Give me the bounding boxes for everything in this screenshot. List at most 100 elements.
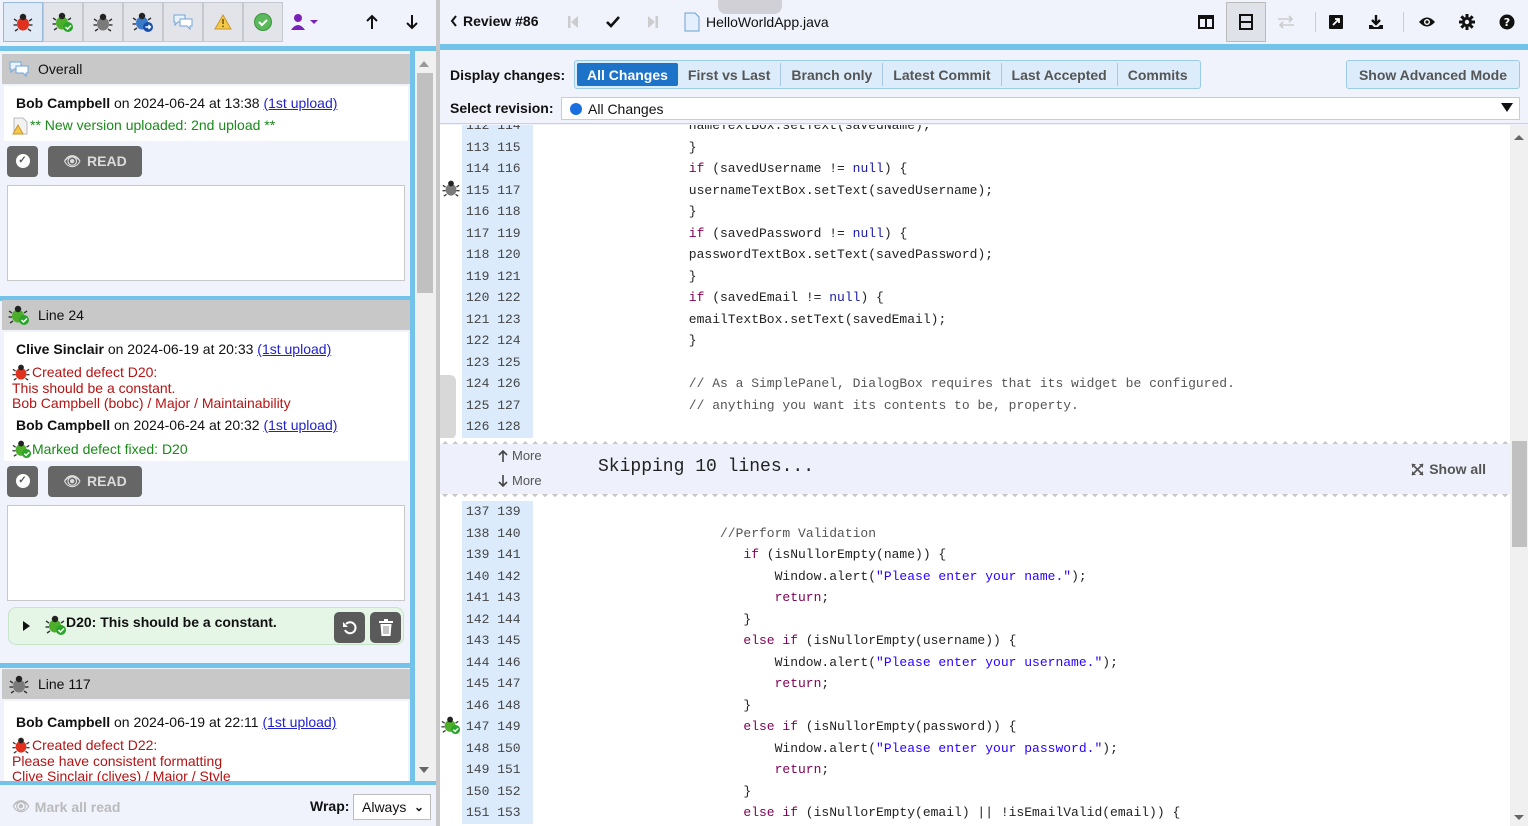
code-line[interactable]: 125 127 // anything you want its contents… (440, 394, 1510, 416)
gutter[interactable] (440, 501, 462, 523)
gutter[interactable] (440, 802, 462, 824)
code-line[interactable]: 112 114 nameTextBox.setText(savedName); (440, 125, 1510, 137)
fixed-defects-filter[interactable] (43, 2, 83, 42)
display-first-vs-last[interactable]: First vs Last (678, 63, 782, 86)
upload-link[interactable]: (1st upload) (257, 341, 331, 357)
visibility-button[interactable] (1407, 2, 1447, 42)
unified-view-button[interactable] (1226, 2, 1266, 42)
code-line[interactable]: 126 128 (440, 416, 1510, 438)
gutter[interactable] (440, 587, 462, 609)
mark-reviewed-button[interactable] (604, 12, 622, 32)
scroll-down-arrow-icon[interactable] (1514, 815, 1524, 820)
more-down-link[interactable]: More (498, 473, 542, 488)
code-line[interactable]: 121 123 emailTextBox.setText(savedEmail); (440, 308, 1510, 331)
code-line[interactable]: 122 124} (440, 330, 1510, 352)
swap-sides-button[interactable] (1266, 2, 1306, 42)
all-defects-filter[interactable] (83, 2, 123, 42)
show-advanced-mode-button[interactable]: Show Advanced Mode (1345, 60, 1520, 89)
prev-comment-button[interactable] (360, 6, 384, 38)
scrollbar-thumb[interactable] (1512, 441, 1527, 547)
reply-textarea[interactable] (7, 505, 405, 601)
code-line[interactable]: 148 150 Window.alert("Please enter your p… (440, 737, 1510, 760)
code-line[interactable]: 138 140 //Perform Validation (440, 522, 1510, 545)
gutter[interactable] (440, 137, 462, 159)
code-line[interactable]: 140 142 Window.alert("Please enter your n… (440, 565, 1510, 588)
read-button[interactable]: 👁 READ (48, 465, 142, 497)
code-line[interactable]: 145 147 return; (440, 673, 1510, 695)
display-commits[interactable]: Commits (1118, 63, 1198, 86)
code-line[interactable]: 116 118} (440, 201, 1510, 223)
upload-link[interactable]: (1st upload) (263, 417, 337, 433)
upload-link[interactable]: (1st upload) (262, 714, 336, 730)
collapse-toolbar-tab[interactable] (718, 0, 782, 14)
gutter[interactable] (440, 523, 462, 545)
scrollbar-thumb[interactable] (417, 73, 433, 293)
gutter[interactable] (440, 715, 462, 739)
scroll-up-arrow-icon[interactable] (1514, 135, 1524, 140)
back-to-review-link[interactable]: Review #86 (450, 13, 539, 29)
last-file-button[interactable] (646, 12, 660, 32)
gutter[interactable] (440, 330, 462, 352)
expand-handle[interactable] (440, 375, 456, 439)
gutter[interactable] (440, 759, 462, 781)
code-line[interactable]: 124 126 // As a SimplePanel, DialogBox re… (440, 373, 1510, 395)
code-line[interactable]: 149 151 return; (440, 759, 1510, 781)
comments-filter[interactable] (163, 2, 203, 42)
gutter[interactable] (440, 781, 462, 803)
gutter[interactable] (440, 544, 462, 566)
thread-header[interactable]: Overall (2, 54, 410, 84)
gutter[interactable] (440, 223, 462, 245)
gutter[interactable] (440, 309, 462, 331)
gutter[interactable] (440, 566, 462, 588)
code-line[interactable]: 143 145 else if (isNullorEmpty(username))… (440, 630, 1510, 652)
code-line[interactable]: 119 121} (440, 265, 1510, 288)
gutter[interactable] (440, 652, 462, 674)
external-defects-filter[interactable] (123, 2, 163, 42)
gutter[interactable] (440, 352, 462, 374)
gutter[interactable] (440, 630, 462, 652)
help-button[interactable]: ? (1487, 2, 1527, 42)
gutter[interactable] (440, 695, 462, 717)
side-by-side-button[interactable] (1186, 2, 1226, 42)
code-line[interactable]: 150 152} (440, 780, 1510, 803)
code-line[interactable]: 144 146 Window.alert("Please enter your u… (440, 651, 1510, 674)
comments-scrollbar[interactable] (415, 51, 436, 781)
code-line[interactable]: 117 119 if (savedPassword != null) { (440, 222, 1510, 245)
open-defects-filter[interactable] (3, 2, 43, 42)
code-line[interactable]: 113 115} (440, 136, 1510, 159)
gutter[interactable] (440, 609, 462, 631)
read-button[interactable]: 👁 READ (48, 145, 142, 177)
reply-textarea[interactable] (7, 185, 405, 281)
scroll-down-arrow-icon[interactable] (419, 767, 429, 773)
settings-button[interactable] (1447, 2, 1487, 42)
display-all-changes[interactable]: All Changes (577, 63, 678, 86)
gutter[interactable] (440, 180, 462, 202)
thread-header[interactable]: Line 24 (2, 300, 410, 330)
gutter[interactable] (440, 266, 462, 288)
code-line[interactable]: 141 143 return; (440, 587, 1510, 609)
code-scrollbar[interactable] (1510, 125, 1528, 826)
next-comment-button[interactable] (400, 6, 424, 38)
download-button[interactable] (1356, 2, 1396, 42)
resolve-button[interactable]: ✓ (7, 145, 38, 177)
reopen-defect-button[interactable] (334, 612, 365, 643)
upload-link[interactable]: (1st upload) (263, 95, 337, 111)
delete-defect-button[interactable] (370, 612, 401, 643)
code-line[interactable]: 115 117 usernameTextBox.setText(savedUser… (440, 179, 1510, 202)
code-line[interactable]: 139 141 if (isNullorEmpty(name)) { (440, 544, 1510, 566)
expand-triangle-icon[interactable] (23, 621, 30, 631)
bug-green-check-icon[interactable] (440, 715, 461, 739)
gutter[interactable] (440, 738, 462, 760)
revision-select[interactable]: All Changes (561, 97, 1520, 120)
mark-all-read-button[interactable]: 👁 Mark all read (12, 798, 120, 815)
wrap-select[interactable]: Always ⌄ (353, 794, 431, 820)
thread-header[interactable]: Line 117 (2, 669, 410, 699)
code-line[interactable]: 147 149 else if (isNullorEmpty(password))… (440, 715, 1510, 739)
open-external-button[interactable] (1316, 2, 1356, 42)
display-last-accepted[interactable]: Last Accepted (1002, 63, 1118, 86)
code-line[interactable]: 118 120 passwordTextBox.setText(savedPass… (440, 244, 1510, 266)
user-filter-dropdown[interactable] (288, 6, 322, 38)
show-all-button[interactable]: Show all (1411, 461, 1486, 477)
gutter[interactable] (440, 158, 462, 180)
resolved-filter[interactable] (243, 2, 283, 42)
